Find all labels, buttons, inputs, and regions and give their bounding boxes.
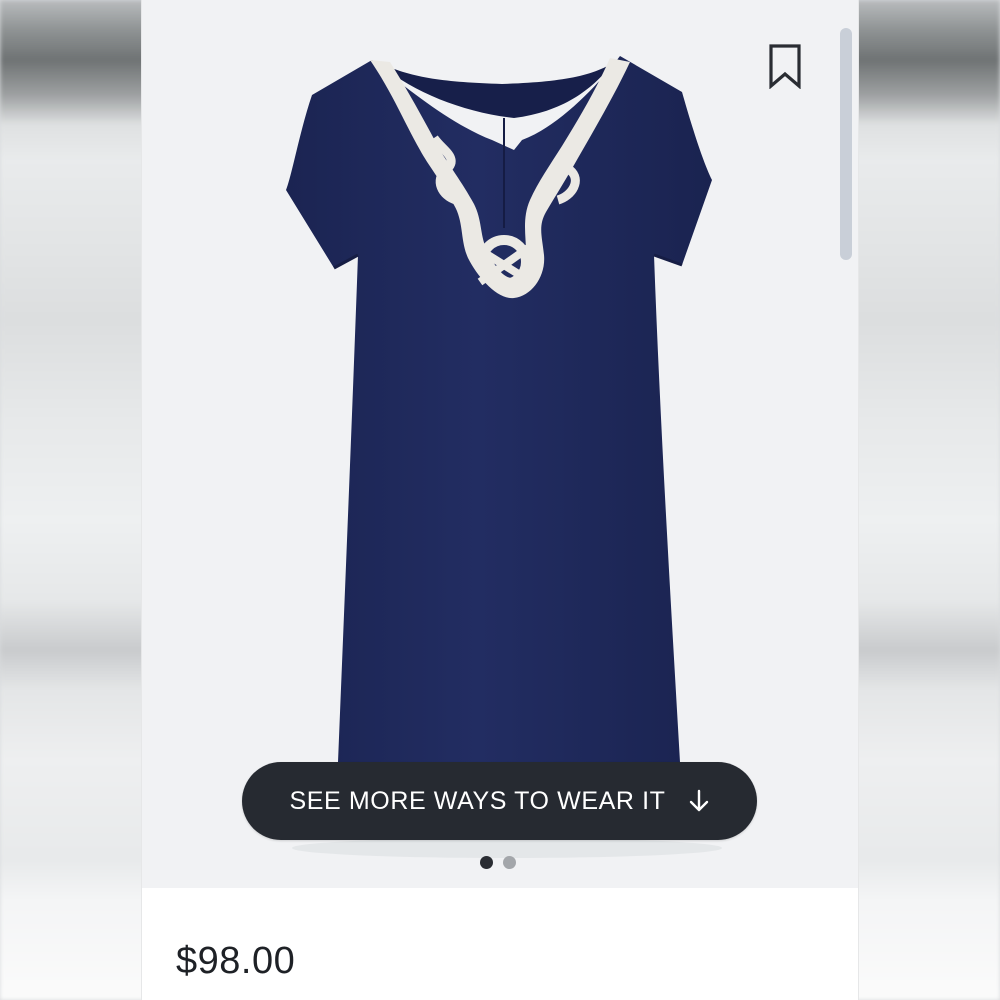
bookmark-icon (769, 44, 801, 89)
carousel-dot-2[interactable] (503, 856, 516, 869)
bookmark-button[interactable] (764, 40, 806, 92)
arrow-down-icon (688, 789, 710, 813)
carousel-indicator (480, 856, 516, 869)
product-screen: SEE MORE WAYS TO WEAR IT $98.00 (142, 0, 858, 1000)
scrollbar-thumb[interactable] (840, 28, 852, 260)
see-more-ways-label: SEE MORE WAYS TO WEAR IT (289, 786, 666, 815)
product-image-area[interactable]: SEE MORE WAYS TO WEAR IT (142, 0, 858, 888)
product-price: $98.00 (176, 940, 296, 982)
see-more-ways-button[interactable]: SEE MORE WAYS TO WEAR IT (242, 762, 757, 840)
carousel-dot-1[interactable] (480, 856, 493, 869)
product-image-dress (286, 56, 722, 858)
